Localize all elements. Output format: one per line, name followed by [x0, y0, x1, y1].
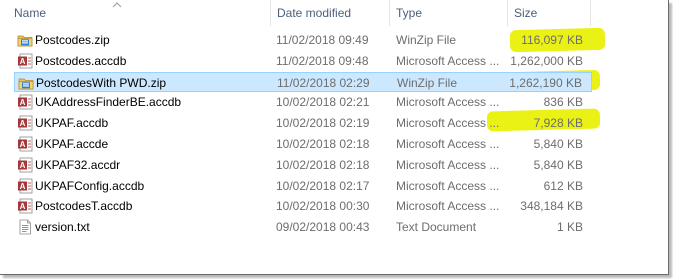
svg-text:A: A	[20, 98, 26, 107]
access-icon: A	[17, 198, 33, 214]
file-name: Postcodes.zip	[35, 33, 110, 47]
column-header-type-label: Type	[396, 6, 423, 20]
file-size: 5,840 KB	[533, 157, 583, 172]
column-header-name-label: Name	[14, 6, 47, 20]
access-icon: A	[17, 178, 33, 194]
file-date-modified: 10/02/2018 02:17	[276, 178, 370, 193]
file-name: Postcodes.accdb	[35, 53, 127, 68]
file-name: version.txt	[35, 220, 90, 235]
file-type: WinZip File	[396, 33, 457, 47]
file-type: Microsoft Access ...	[396, 53, 500, 68]
svg-text:A: A	[20, 119, 26, 128]
file-type: Microsoft Access ...	[396, 95, 500, 110]
file-name: UKPAF32.accdr	[35, 157, 121, 172]
winzip-icon	[17, 32, 33, 48]
access-icon: A	[17, 94, 33, 110]
file-name: UKPAF.accdb	[35, 116, 109, 131]
text-file-icon	[17, 219, 33, 235]
file-row[interactable]: A UKAddressFinderBE.accdb 10/02/2018 02:21…	[14, 92, 592, 112]
file-size: 348,184 KB	[520, 199, 583, 214]
column-header-name[interactable]: Name	[8, 0, 270, 26]
file-row[interactable]: A UKPAF.accde 10/02/2018 02:18 Microsoft Ac…	[14, 134, 592, 154]
file-size: 612 KB	[543, 178, 583, 193]
file-date-modified: 11/02/2018 09:49	[276, 33, 369, 47]
file-date-modified: 11/02/2018 09:48	[276, 53, 369, 68]
svg-text:A: A	[20, 57, 26, 66]
winzip-icon	[18, 75, 34, 91]
access-icon: A	[17, 53, 33, 69]
file-type: Microsoft Access ...	[396, 137, 500, 151]
file-row[interactable]: A UKPAF.accdb 10/02/2018 02:19 Microsoft Ac…	[14, 113, 592, 133]
sort-chevron-up-icon	[112, 2, 122, 8]
file-date-modified: 09/02/2018 00:43	[276, 220, 370, 235]
file-name: UKAddressFinderBE.accdb	[35, 95, 182, 110]
file-date-modified: 10/02/2018 02:21	[276, 95, 370, 110]
file-name: PostcodesT.accdb	[35, 199, 133, 214]
file-type: Microsoft Access ...	[396, 157, 500, 172]
column-header-date-label: Date modified	[277, 6, 352, 20]
access-icon: A	[17, 136, 33, 152]
file-size: 1,262,000 KB	[510, 53, 583, 68]
file-type: Microsoft Access ...	[396, 199, 500, 214]
file-type: Microsoft Access ...	[396, 178, 500, 193]
file-row[interactable]: A PostcodesT.accdb 10/02/2018 00:30 Microso…	[14, 196, 592, 216]
file-size: 7,928 KB	[533, 116, 583, 131]
svg-text:A: A	[20, 182, 26, 191]
column-divider[interactable]	[590, 0, 591, 26]
file-row-selected[interactable]: PostcodesWith PWD.zip 11/02/2018 02:29 Win…	[14, 71, 592, 92]
file-date-modified: 10/02/2018 02:18	[276, 157, 370, 172]
file-name: UKPAF.accde	[35, 137, 109, 151]
file-size: 1 KB	[556, 220, 583, 235]
file-size: 116,097 KB	[521, 33, 583, 47]
file-date-modified: 10/02/2018 02:18	[276, 137, 370, 151]
svg-text:A: A	[20, 140, 26, 149]
column-header-size-label: Size	[514, 6, 538, 20]
file-row[interactable]: Postcodes.zip 11/02/2018 09:49 WinZip File…	[14, 30, 592, 50]
file-row[interactable]: A UKPAF32.accdr 10/02/2018 02:18 Microsoft …	[14, 155, 592, 175]
file-type: Text Document	[396, 220, 477, 235]
column-header-type[interactable]: Type	[390, 0, 507, 26]
column-header-date-modified[interactable]: Date modified	[271, 0, 389, 26]
column-header-bar: Name Date modified Type Size	[0, 0, 668, 26]
file-row[interactable]: version.txt 09/02/2018 00:43 Text Document…	[14, 217, 592, 237]
file-size: 836 KB	[543, 95, 583, 110]
column-header-size[interactable]: Size	[508, 0, 590, 26]
file-type: WinZip File	[397, 75, 458, 90]
file-size: 1,262,190 KB	[509, 75, 582, 90]
svg-text:A: A	[20, 161, 26, 170]
file-explorer-window: Name Date modified Type Size Postcodes.z…	[0, 0, 669, 275]
file-date-modified: 10/02/2018 00:30	[276, 199, 370, 214]
file-row[interactable]: A Postcodes.accdb 11/02/2018 09:48 Microsof…	[14, 51, 592, 71]
file-date-modified: 11/02/2018 02:29	[277, 75, 370, 90]
file-row[interactable]: A UKPAFConfig.accdb 10/02/2018 02:17 Micros…	[14, 176, 592, 196]
file-name: PostcodesWith PWD.zip	[36, 75, 167, 90]
file-name: UKPAFConfig.accdb	[35, 178, 145, 193]
file-size: 5,840 KB	[533, 137, 583, 151]
access-icon: A	[17, 157, 33, 173]
file-type: Microsoft Access ...	[396, 116, 500, 131]
access-icon: A	[17, 115, 33, 131]
file-date-modified: 10/02/2018 02:19	[276, 116, 370, 131]
svg-text:A: A	[20, 202, 26, 211]
